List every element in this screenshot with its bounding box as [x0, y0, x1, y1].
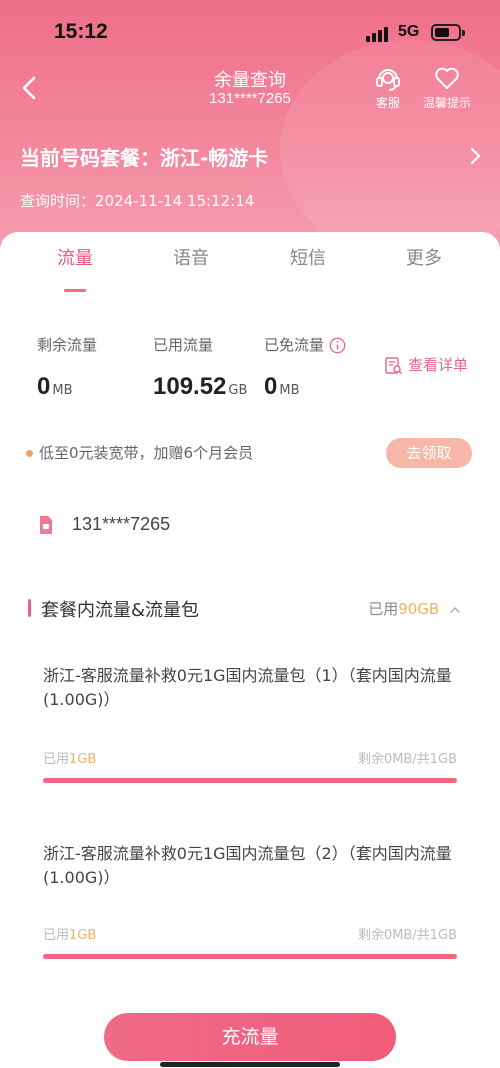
page-title: 余量查询 — [214, 70, 286, 91]
info-icon[interactable] — [329, 337, 346, 354]
heart-icon — [435, 67, 459, 89]
remaining-data-label: 剩余流量 — [37, 336, 98, 354]
free-data-stat: 已免流量 0 MB — [264, 334, 346, 401]
back-button[interactable] — [16, 70, 46, 106]
claim-button[interactable]: 去领取 — [386, 438, 472, 468]
query-time: 查询时间：2024-11-14 15:12:14 — [20, 192, 255, 210]
package-used-amount: 1GB — [69, 928, 97, 943]
tab-data[interactable]: 流量 — [25, 244, 125, 270]
view-details-label: 查看详单 — [408, 356, 469, 374]
phone-row: 131****7265 — [38, 514, 170, 535]
chevron-right-icon — [470, 147, 481, 165]
current-plan-row[interactable]: 当前号码套餐：浙江-畅游卡 — [20, 142, 490, 172]
package-item: 浙江-客服流量补救0元1G国内流量包（1）（套内国内流量(1.00G)） 已用1… — [43, 664, 459, 784]
used-data-unit: GB — [228, 383, 248, 398]
package-remaining: 剩余0MB/共1GB — [357, 928, 457, 943]
package-used-amount: 1GB — [69, 752, 97, 767]
remaining-data-stat: 剩余流量 0 MB — [37, 334, 97, 401]
status-time: 15:12 — [54, 20, 108, 43]
package-progress-bar — [43, 778, 457, 783]
used-data-label: 已用流量 — [153, 336, 214, 354]
status-bar: 15:12 5G — [0, 0, 500, 64]
view-details-link[interactable]: 查看详单 — [384, 354, 468, 376]
package-section-header[interactable]: 套餐内流量&流量包 已用90GB — [28, 596, 468, 622]
page-subtitle-phone: 131****7265 — [209, 90, 291, 107]
sim-card-icon — [40, 516, 52, 535]
active-tab-indicator — [64, 289, 86, 292]
promo-text: 低至0元装宽带，加赠6个月会员 — [39, 444, 254, 462]
chevron-left-icon — [22, 76, 36, 100]
package-used-prefix: 已用 — [43, 752, 70, 767]
current-plan-label: 当前号码套餐：浙江-畅游卡 — [20, 146, 269, 170]
signal-icon — [366, 26, 390, 42]
customer-service-label: 客服 — [375, 96, 400, 110]
package-name: 浙江-客服流量补救0元1G国内流量包（2）（套内国内流量(1.00G)） — [43, 844, 452, 887]
package-name: 浙江-客服流量补救0元1G国内流量包（1）（套内国内流量(1.00G)） — [43, 666, 452, 709]
battery-icon — [431, 24, 465, 41]
phone-number: 131****7265 — [72, 514, 171, 534]
section-used-summary: 已用90GB — [368, 598, 462, 619]
free-data-unit: MB — [279, 383, 300, 398]
section-used-amount: 90GB — [398, 600, 440, 618]
used-data-value: 109.52 — [153, 373, 227, 400]
promo-dot — [26, 450, 33, 457]
tab-bar: 流量 语音 短信 更多 — [0, 244, 500, 292]
network-type: 5G — [398, 23, 420, 40]
section-accent-bar — [28, 599, 31, 617]
section-used-prefix: 已用 — [368, 600, 399, 618]
document-search-icon — [385, 356, 402, 374]
package-remaining: 剩余0MB/共1GB — [357, 752, 457, 767]
used-data-stat: 已用流量 109.52 GB — [153, 334, 247, 401]
remaining-data-unit: MB — [52, 383, 73, 398]
section-title: 套餐内流量&流量包 — [41, 600, 200, 621]
tips-label: 温馨提示 — [422, 96, 471, 110]
recharge-data-button[interactable]: 充流量 — [104, 1013, 396, 1061]
remaining-data-value: 0 — [37, 373, 51, 400]
home-indicator — [160, 1062, 340, 1067]
tab-sms[interactable]: 短信 — [258, 244, 358, 270]
chevron-up-icon[interactable] — [448, 604, 462, 616]
package-progress-bar — [43, 954, 457, 959]
package-used-prefix: 已用 — [43, 928, 70, 943]
tips-button[interactable]: 温馨提示 — [418, 64, 476, 111]
package-item: 浙江-客服流量补救0元1G国内流量包（2）（套内国内流量(1.00G)） 已用1… — [43, 842, 459, 962]
free-data-label: 已免流量 — [264, 336, 325, 354]
tab-more[interactable]: 更多 — [374, 244, 474, 270]
customer-service-button[interactable]: 客服 — [368, 64, 408, 111]
headset-icon — [376, 69, 400, 91]
promo-banner: 低至0元装宽带，加赠6个月会员 — [26, 442, 253, 463]
free-data-value: 0 — [264, 373, 278, 400]
main-card: 流量 语音 短信 更多 剩余流量 0 MB 已用流量 109.52 GB 已免流量 … — [0, 232, 500, 1068]
tab-voice[interactable]: 语音 — [141, 244, 241, 270]
